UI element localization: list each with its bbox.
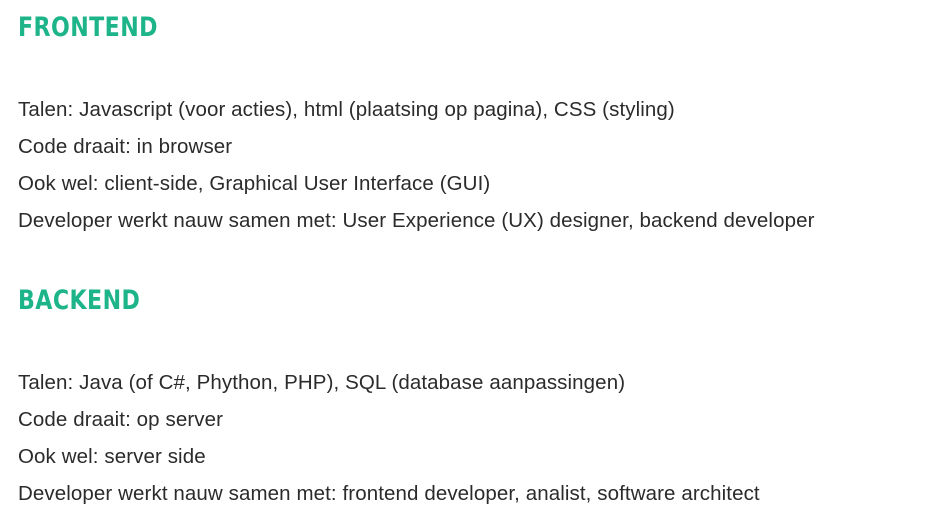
frontend-languages-line: Talen: Javascript (voor acties), html (p… [18, 98, 675, 121]
backend-collaborators-line: Developer werkt nauw samen met: frontend… [18, 482, 760, 505]
frontend-section: FRONTEND Talen: Javascript (voor acties)… [18, 8, 943, 239]
backend-aliases-line: Ook wel: server side [18, 445, 206, 468]
frontend-list: Talen: Javascript (voor acties), html (p… [18, 91, 943, 239]
backend-heading: BACKEND [18, 285, 141, 316]
frontend-collaborators-line: Developer werkt nauw samen met: User Exp… [18, 209, 815, 232]
frontend-aliases-line: Ook wel: client-side, Graphical User Int… [18, 172, 491, 195]
backend-section: BACKEND Talen: Java (of C#, Phython, PHP… [18, 281, 943, 512]
backend-languages-line: Talen: Java (of C#, Phython, PHP), SQL (… [18, 371, 626, 394]
frontend-runtime-line: Code draait: in browser [18, 135, 233, 158]
frontend-heading: FRONTEND [18, 12, 158, 43]
backend-list: Talen: Java (of C#, Phython, PHP), SQL (… [18, 364, 943, 512]
backend-runtime-line: Code draait: op server [18, 408, 224, 431]
